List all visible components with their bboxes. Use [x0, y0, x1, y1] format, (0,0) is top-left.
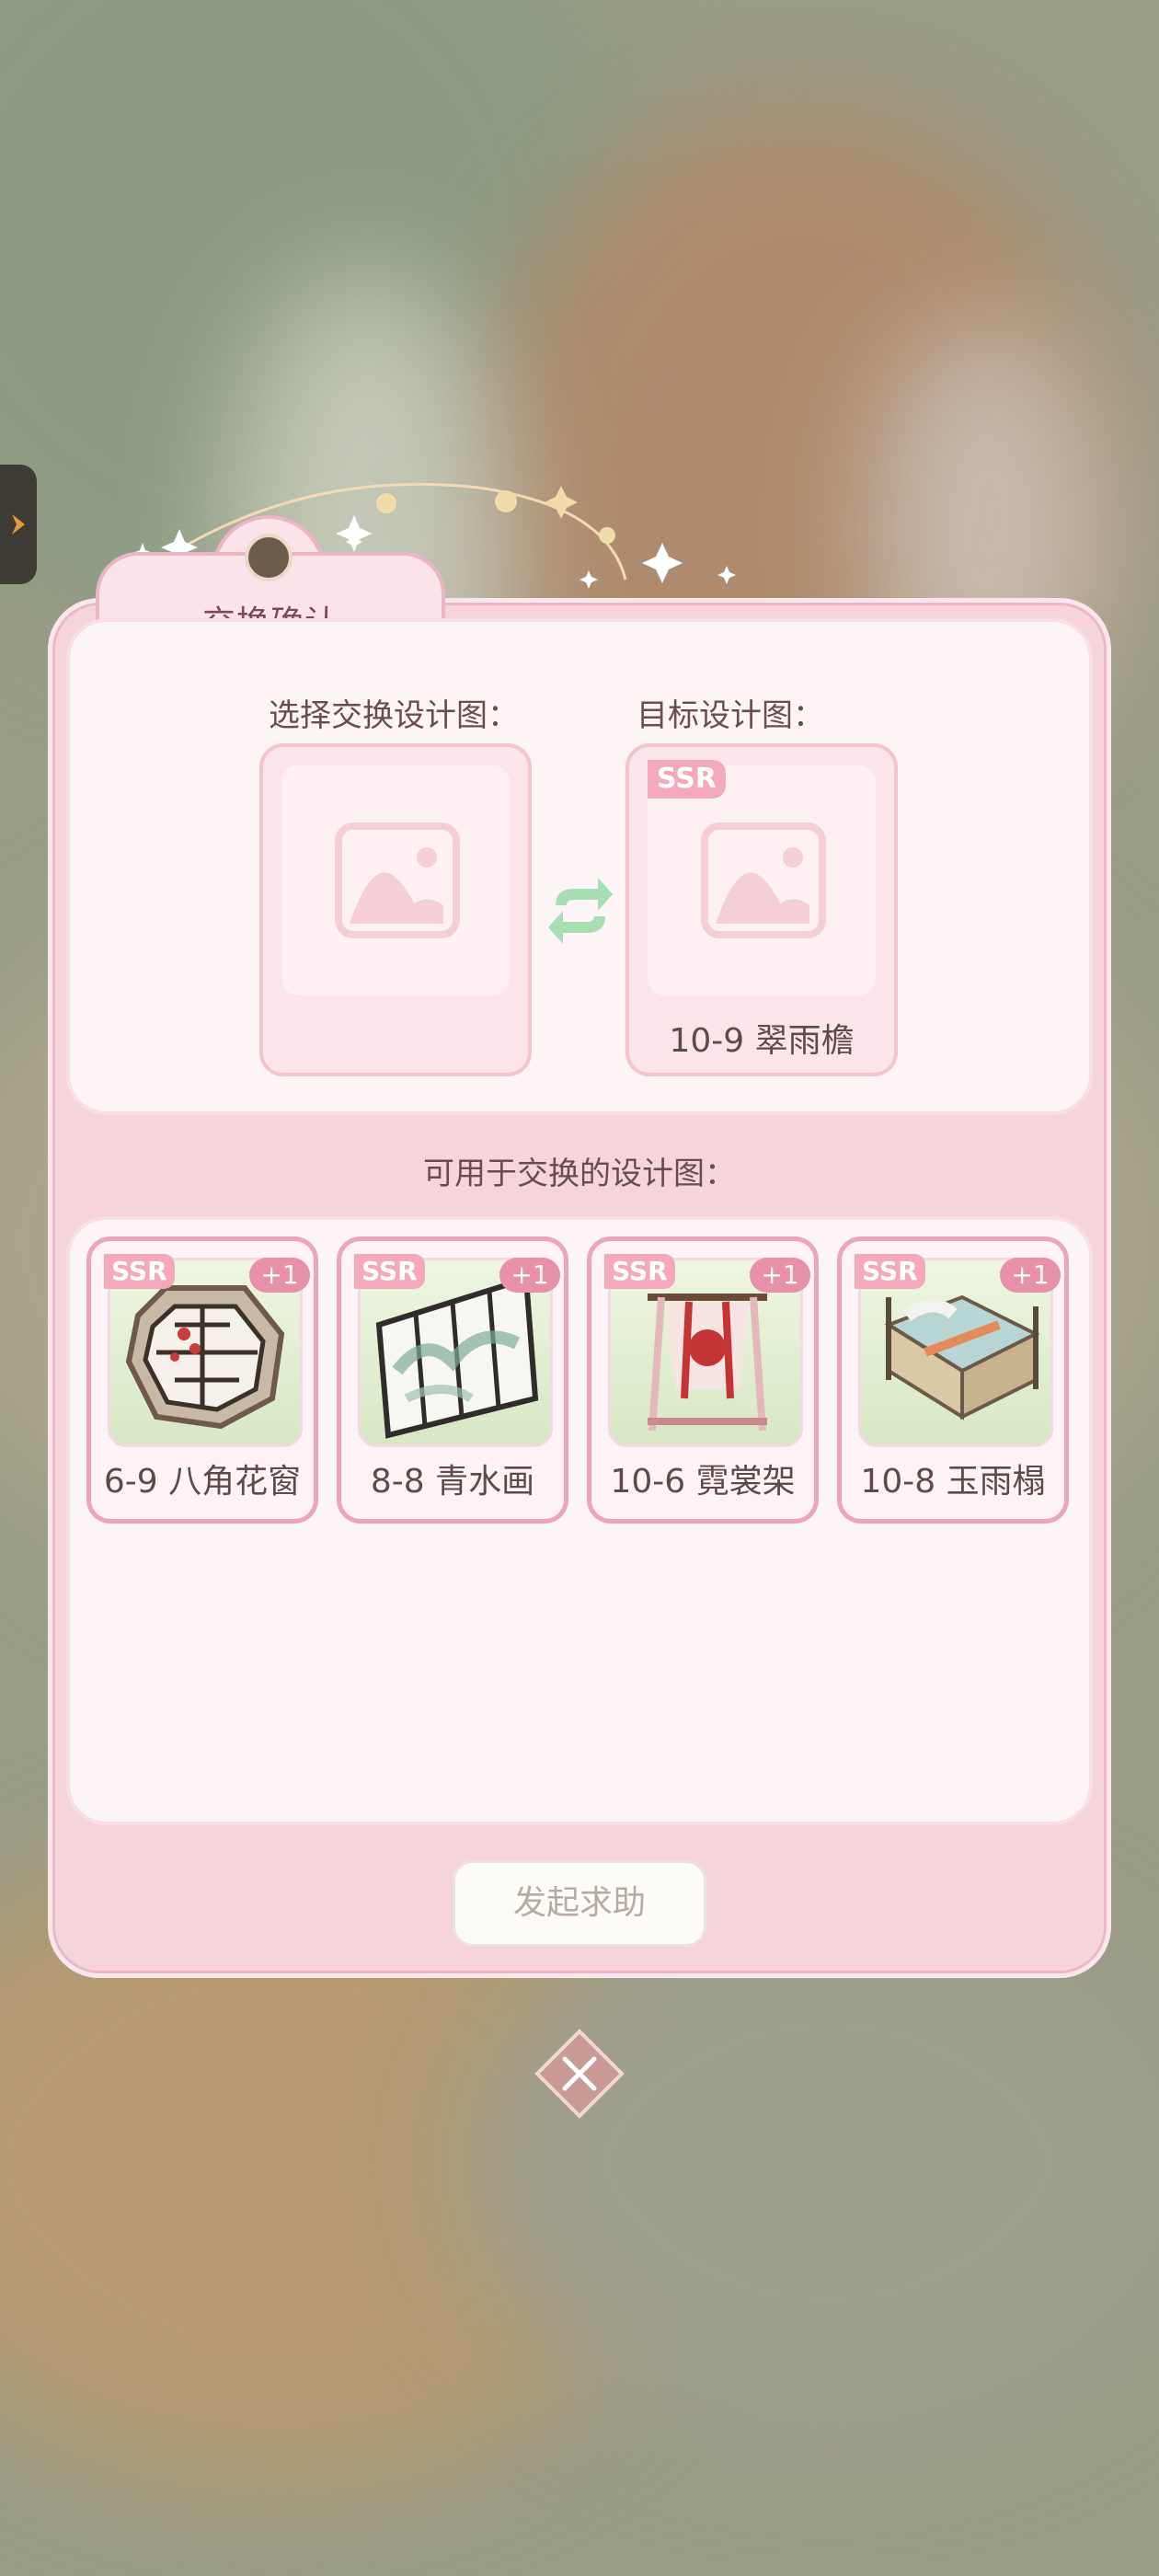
card-name: 10-6 霓裳架	[610, 1463, 796, 1501]
count-badge: +1	[499, 1258, 560, 1293]
swap-arrows-icon	[548, 878, 613, 944]
select-label: 选择交换设计图：	[269, 697, 519, 734]
available-label: 可用于交换的设计图：	[423, 1156, 736, 1192]
target-name: 10-9 翠雨檐	[669, 1022, 855, 1060]
avatar	[245, 534, 293, 581]
count-badge: +1	[750, 1258, 810, 1293]
card-ink-screen[interactable]: SSR +1 8-8 青水画	[337, 1236, 568, 1524]
image-placeholder-icon	[701, 822, 826, 938]
exchange-preview	[66, 618, 1093, 1115]
card-bed[interactable]: SSR +1 10-8 玉雨榻	[837, 1236, 1069, 1524]
image-placeholder-icon	[335, 822, 460, 938]
card-name: 8-8 青水画	[370, 1463, 535, 1501]
target-label: 目标设计图：	[637, 697, 824, 734]
rarity-badge: SSR	[354, 1254, 425, 1289]
card-name: 6-9 八角花窗	[103, 1463, 302, 1501]
card-octagonal-window[interactable]: SSR +1 6-9 八角花窗	[86, 1236, 318, 1524]
count-badge: +1	[1000, 1258, 1061, 1293]
select-slot[interactable]	[259, 743, 532, 1076]
rarity-badge: SSR	[104, 1254, 175, 1289]
arrow-right-icon	[12, 514, 25, 535]
card-clothes-rack[interactable]: SSR +1 10-6 霓裳架	[587, 1236, 819, 1524]
rarity-badge: SSR	[604, 1254, 675, 1289]
rarity-badge: SSR	[648, 760, 726, 799]
side-drawer-tab[interactable]	[0, 465, 37, 584]
card-name: 10-8 玉雨榻	[860, 1463, 1046, 1501]
target-slot[interactable]: SSR 10-9 翠雨檐	[625, 743, 898, 1076]
close-icon[interactable]	[534, 2028, 625, 2120]
rarity-badge: SSR	[855, 1254, 925, 1289]
count-badge: +1	[249, 1258, 310, 1293]
request-help-button[interactable]: 发起求助	[453, 1860, 706, 1947]
